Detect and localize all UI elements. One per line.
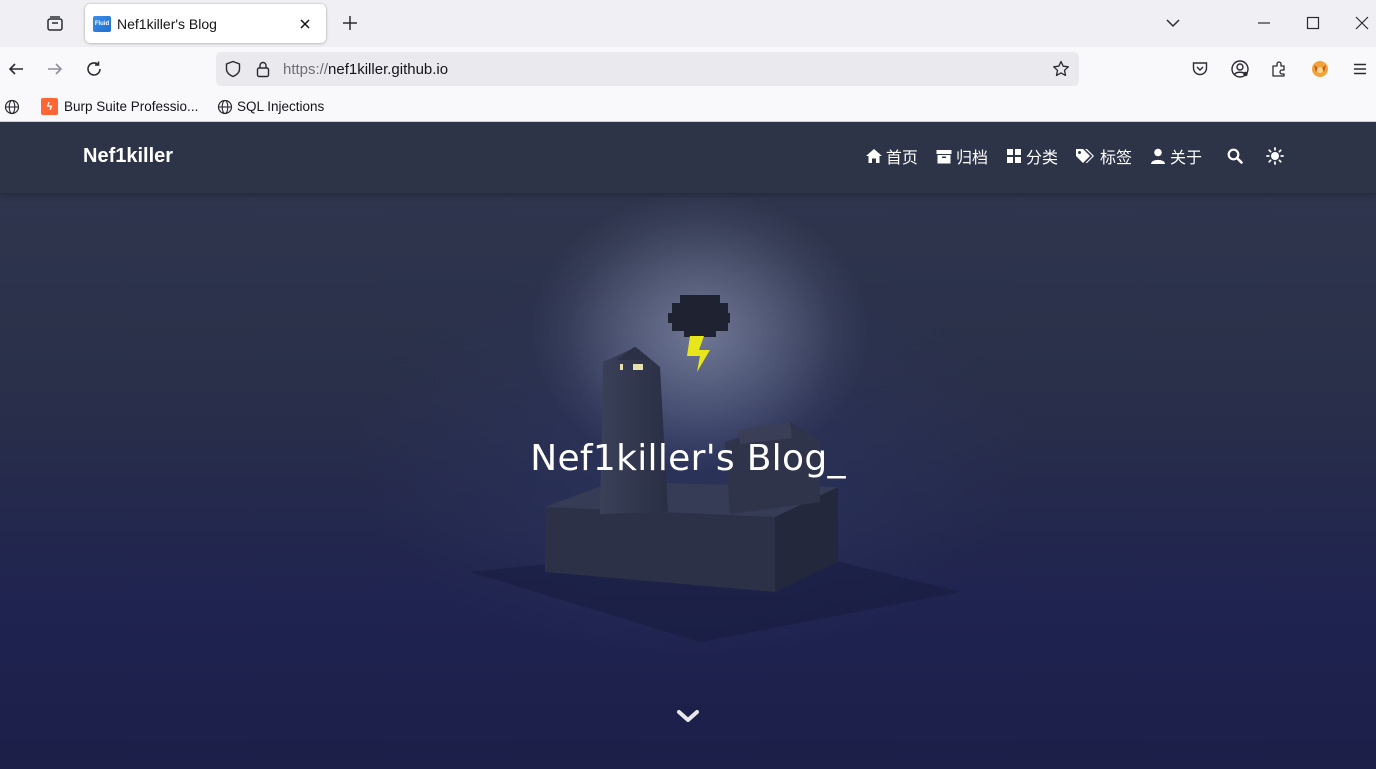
lock-icon[interactable] — [251, 57, 275, 81]
extension-fox-icon[interactable] — [1304, 53, 1336, 85]
categories-icon — [1005, 147, 1023, 165]
site-brand[interactable]: Nef1killer — [83, 145, 173, 168]
menu-item-label: 首页 — [885, 148, 918, 167]
menu-item-label: 标签 — [1099, 148, 1132, 167]
globe-icon[interactable] — [3, 98, 21, 116]
back-icon[interactable] — [0, 53, 32, 85]
extensions-icon[interactable] — [1263, 53, 1295, 85]
minimize-icon[interactable] — [1249, 8, 1279, 38]
bookmark-label: SQL Injections — [237, 99, 325, 114]
menu-item-categories[interactable]: 分类 — [1005, 144, 1058, 168]
menu-item-archive[interactable]: 归档 — [935, 144, 988, 168]
url-host: nef1killer.github.io — [328, 60, 449, 78]
site-header: Nef1killer 首页 归档 分类 标签 关于 — [0, 122, 1376, 193]
hero-title: Nef1killer's Blog_ — [530, 438, 846, 479]
url-bar[interactable]: https://nef1killer.github.io — [216, 52, 1079, 86]
fluid-favicon-icon: Fluid — [93, 15, 111, 32]
menu-item-label: 归档 — [955, 148, 988, 167]
close-icon[interactable] — [294, 13, 316, 35]
chevron-down-icon[interactable] — [676, 707, 700, 727]
browser-tab-bar: Fluid Nef1killer's Blog — [0, 0, 1376, 47]
menu-item-label: 分类 — [1025, 148, 1058, 167]
sun-icon[interactable] — [1264, 145, 1286, 167]
forward-icon[interactable] — [39, 53, 71, 85]
browser-nav-bar: https://nef1killer.github.io — [0, 47, 1376, 91]
shield-icon[interactable] — [221, 57, 245, 81]
tags-icon — [1075, 147, 1097, 165]
home-icon — [865, 147, 883, 165]
site-menu: 首页 归档 分类 标签 关于 — [848, 144, 1286, 168]
menu-item-label: 关于 — [1169, 148, 1202, 167]
user-icon — [1149, 147, 1167, 165]
maximize-icon[interactable] — [1298, 8, 1328, 38]
tab-list-icon[interactable] — [39, 8, 71, 40]
bookmarks-toolbar: ϟ Burp Suite Professio... SQL Injections — [0, 91, 1376, 122]
blog-page: Nef1killer 首页 归档 分类 标签 关于 Nef1killer's B… — [0, 122, 1376, 769]
active-tab[interactable]: Fluid Nef1killer's Blog — [85, 4, 326, 43]
archive-icon — [935, 147, 953, 165]
url-protocol: https:// — [283, 60, 329, 78]
search-icon[interactable] — [1224, 145, 1246, 167]
url-text: https://nef1killer.github.io — [283, 61, 448, 78]
menu-icon[interactable] — [1344, 53, 1376, 85]
bookmark-label: Burp Suite Professio... — [64, 99, 199, 114]
star-icon[interactable] — [1049, 57, 1073, 81]
menu-item-tags[interactable]: 标签 — [1075, 144, 1132, 168]
menu-item-home[interactable]: 首页 — [865, 144, 918, 168]
globe-icon — [216, 98, 233, 115]
reload-icon[interactable] — [78, 53, 110, 85]
burp-icon: ϟ — [41, 98, 58, 115]
pocket-icon[interactable] — [1184, 53, 1216, 85]
chevron-down-icon[interactable] — [1158, 8, 1188, 38]
window-close-icon[interactable] — [1347, 8, 1376, 38]
plus-icon[interactable] — [335, 8, 365, 38]
bookmark-sql-injections[interactable]: SQL Injections — [212, 95, 328, 118]
tab-title: Nef1killer's Blog — [117, 15, 217, 32]
menu-item-about[interactable]: 关于 — [1149, 144, 1202, 168]
account-icon[interactable] — [1224, 53, 1256, 85]
bookmark-burp-suite[interactable]: ϟ Burp Suite Professio... — [37, 95, 202, 118]
